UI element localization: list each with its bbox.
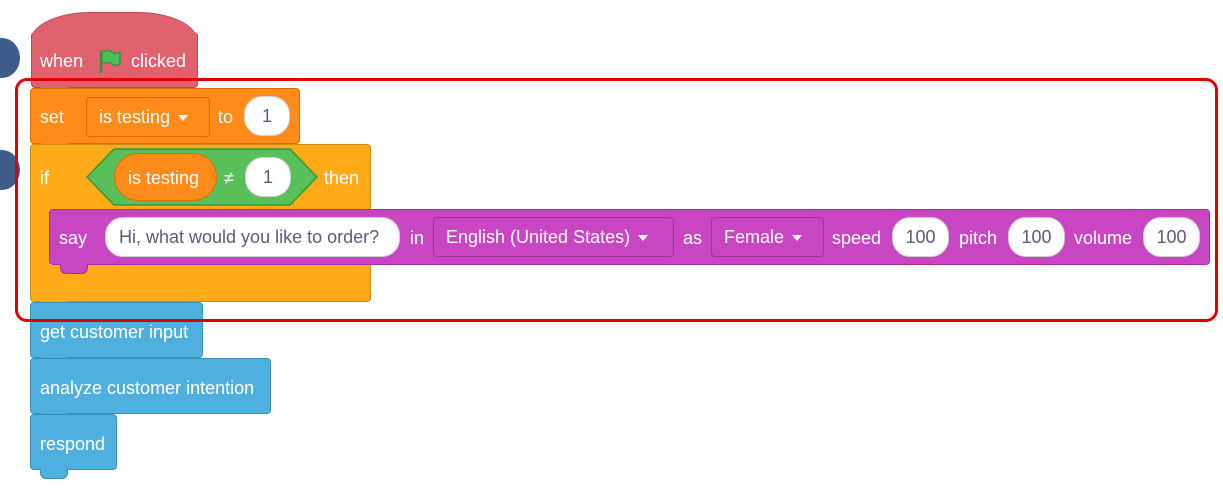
speed-label: speed xyxy=(832,228,882,248)
condition-value-input[interactable]: 1 xyxy=(245,157,291,197)
then-label: then xyxy=(324,168,360,188)
custom-block-label: analyze customer intention xyxy=(40,378,255,398)
clicked-label: clicked xyxy=(131,51,187,71)
if-label: if xyxy=(40,168,49,188)
pitch-label: pitch xyxy=(959,228,998,248)
if-block-arm xyxy=(30,209,50,267)
volume-input[interactable]: 100 xyxy=(1143,217,1200,257)
in-label: in xyxy=(410,228,425,248)
not-equals-symbol: ≠ xyxy=(224,168,234,188)
block-notch xyxy=(60,264,88,274)
caret-down-icon xyxy=(638,235,649,242)
message-input[interactable]: Hi, what would you like to order? xyxy=(105,217,400,257)
block-notch xyxy=(40,469,68,479)
language-dropdown[interactable]: English (United States) xyxy=(433,217,674,257)
scroll-indicator-icon xyxy=(0,38,20,78)
speed-input[interactable]: 100 xyxy=(892,217,949,257)
is-testing-reporter-label: is testing xyxy=(128,168,200,188)
variable-dropdown[interactable]: is testing xyxy=(86,97,210,137)
set-label: set xyxy=(40,107,65,127)
set-value-input[interactable]: 1 xyxy=(244,96,290,136)
when-label: when xyxy=(40,51,84,71)
as-label: as xyxy=(683,228,703,248)
voice-dropdown-label: Female xyxy=(724,227,785,247)
caret-down-icon xyxy=(792,235,803,242)
custom-block-label: respond xyxy=(40,434,106,454)
caret-down-icon xyxy=(178,115,189,122)
variable-dropdown-label: is testing xyxy=(99,107,171,127)
say-label: say xyxy=(59,228,88,248)
custom-block-label: get customer input xyxy=(40,322,189,342)
language-dropdown-label: English (United States) xyxy=(446,227,631,247)
pitch-input[interactable]: 100 xyxy=(1008,217,1065,257)
voice-dropdown[interactable]: Female xyxy=(711,217,824,257)
green-flag-icon[interactable] xyxy=(96,48,122,74)
to-label: to xyxy=(218,107,234,127)
scroll-indicator-icon xyxy=(0,150,20,190)
volume-label: volume xyxy=(1074,228,1133,248)
